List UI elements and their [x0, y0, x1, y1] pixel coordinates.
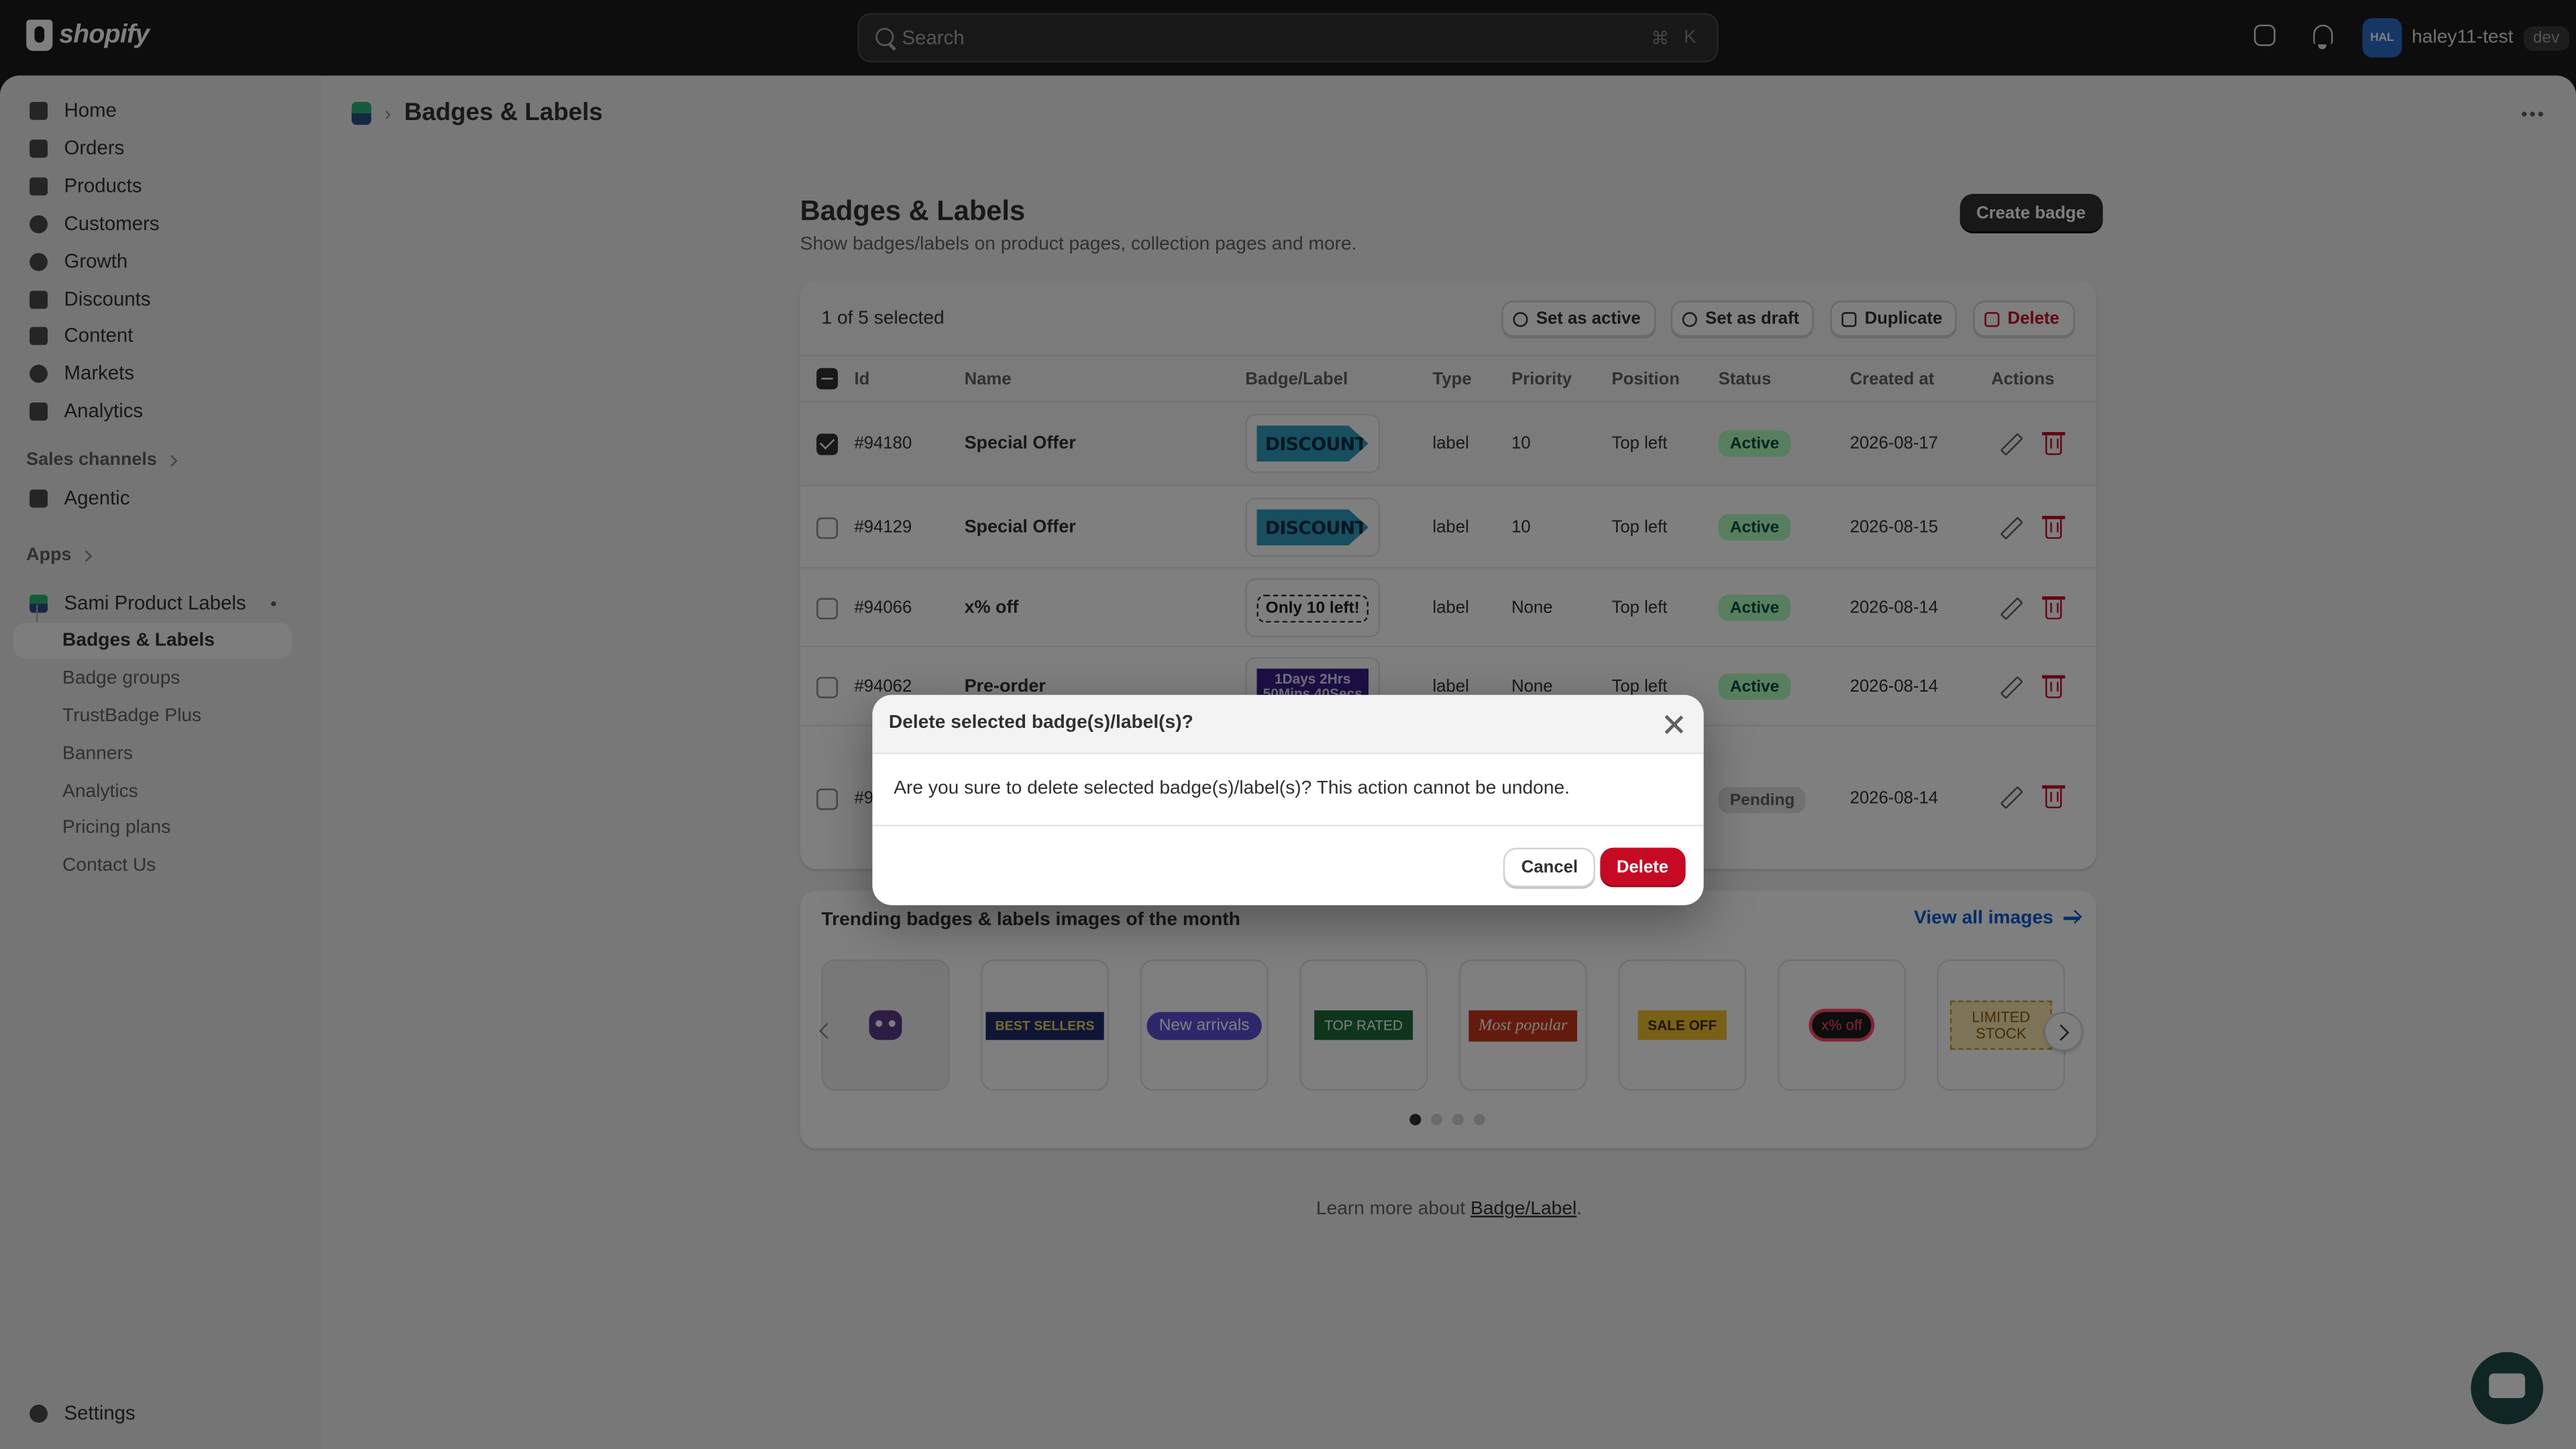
modal-body: Are you sure to delete selected badge(s)… [894, 778, 1570, 799]
cancel-button[interactable]: Cancel [1503, 847, 1597, 888]
modal-title: Delete selected badge(s)/label(s)? [888, 712, 1193, 733]
delete-confirm-modal: Delete selected badge(s)/label(s)? Are y… [872, 694, 1704, 906]
confirm-delete-button[interactable]: Delete [1600, 847, 1685, 888]
modal-divider [872, 824, 1704, 826]
modal-header: Delete selected badge(s)/label(s)? [872, 694, 1704, 755]
close-icon[interactable] [1664, 714, 1684, 734]
